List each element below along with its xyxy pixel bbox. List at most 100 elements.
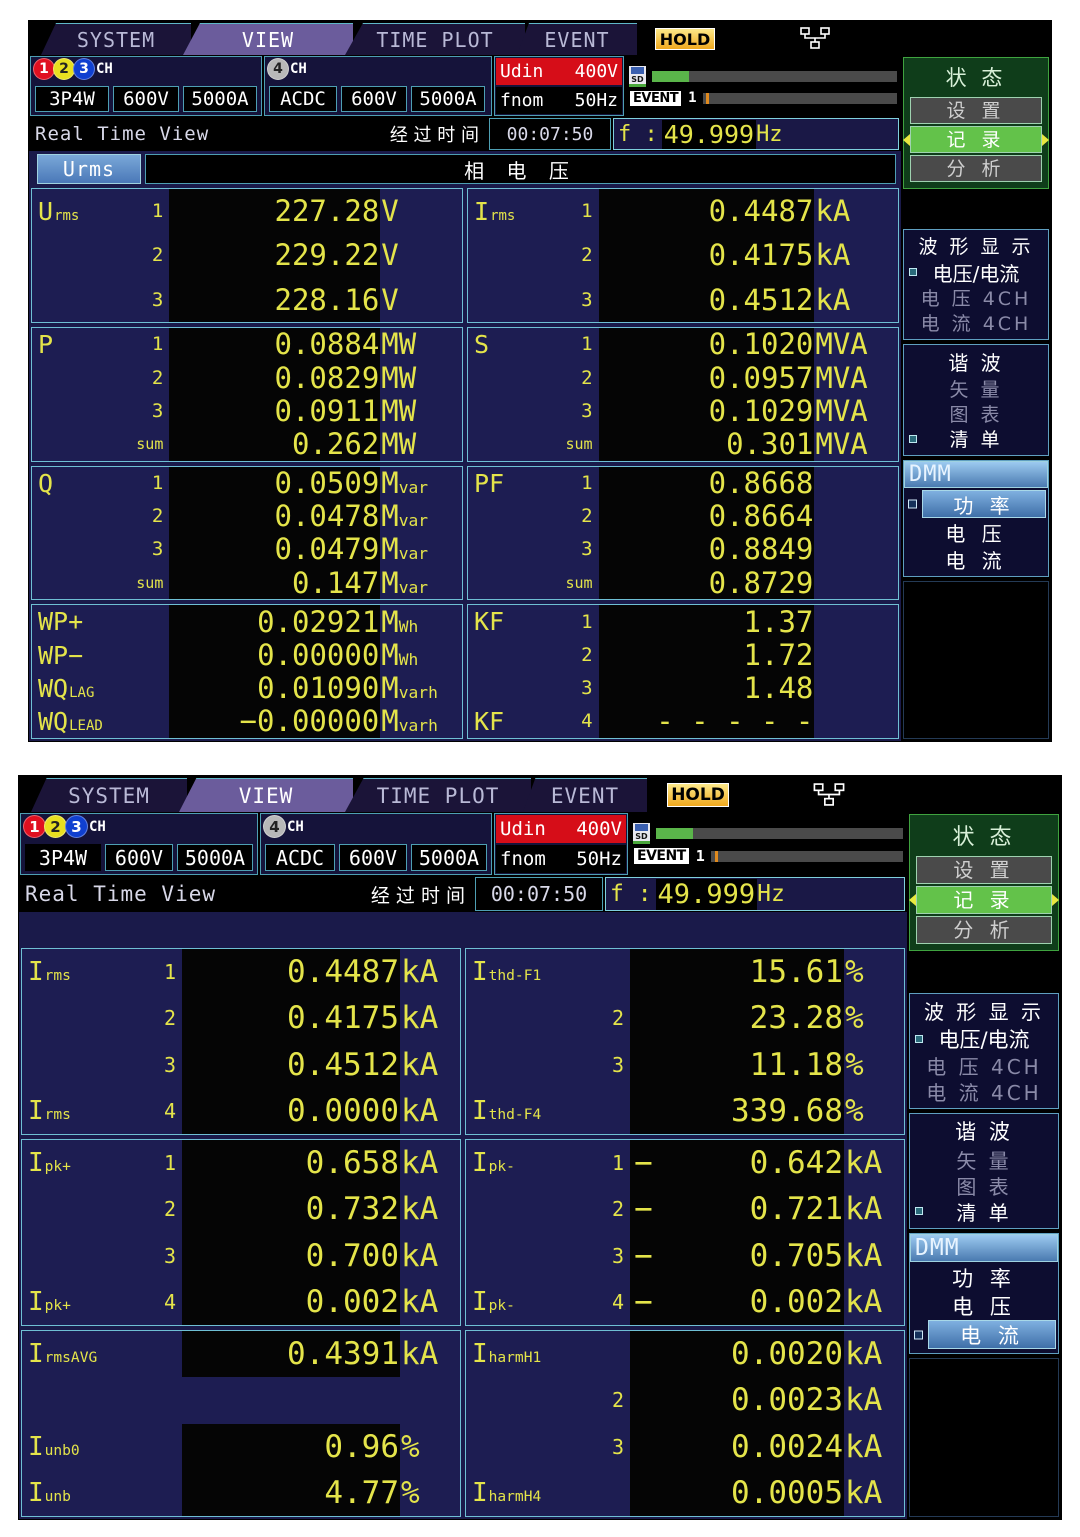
current-range-field[interactable]: 5000A	[183, 86, 257, 112]
channel-group-4[interactable]: 4 CH ACDC 600V 5000A	[264, 56, 492, 116]
sidebar-dmm-power-bottom[interactable]: 功 率	[910, 1264, 1058, 1292]
sidebar-item-voltage-current[interactable]: 电压/电流	[906, 259, 1046, 286]
measurement-index: 3	[581, 677, 593, 700]
sidebar-item-settings[interactable]: 设 置	[910, 97, 1042, 124]
sidebar-item-vector-bottom[interactable]: 矢 量	[912, 1146, 1056, 1173]
tab-view[interactable]: VIEW	[183, 23, 353, 55]
udin-value-bottom: 400V	[576, 818, 622, 840]
measurement-row: P 1 0.0884 MW	[32, 327, 462, 361]
measurement-row: WQ LAG 0.01090 Mvarh	[32, 671, 462, 705]
ch4-current-range-field-bottom[interactable]: 5000A	[411, 844, 487, 871]
sidebar-dmm-current-bottom[interactable]: 电 流	[914, 1320, 1056, 1349]
measurement-row: 2 229.22 V	[32, 233, 462, 278]
measurement-index: 1	[581, 610, 593, 633]
ch4-voltage-range-field-bottom[interactable]: 600V	[339, 844, 407, 871]
voltage-range-field-bottom[interactable]: 600V	[105, 844, 173, 871]
channel-group-4-bottom[interactable]: 4 CH ACDC 600V 5000A	[260, 813, 492, 875]
measurement-label: WP+	[38, 607, 84, 637]
measurement-unit: %	[401, 1428, 420, 1465]
sidebar-item-graph[interactable]: 图 表	[906, 401, 1046, 426]
channel-2-badge-bottom: 2	[44, 815, 67, 838]
subtab-urms[interactable]: Urms	[37, 154, 141, 184]
wiring-mode-field-bottom[interactable]: 3P4W	[25, 844, 101, 871]
irms-avg-unbalance-block: IrmsAVG 0.4391 kA Iunb0 0.96% Iunb 4.77%	[21, 1330, 461, 1517]
measurement-value: 339.68	[630, 1087, 844, 1134]
sidebar-dmm-voltage-bottom[interactable]: 电 压	[910, 1292, 1058, 1320]
sidebar-dmm-voltage[interactable]: 电 压	[904, 519, 1048, 546]
sidebar-item-current-4ch[interactable]: 电 流 4CH	[906, 310, 1046, 335]
nominal-settings-box[interactable]: Udin 400V fnom 50Hz	[494, 56, 624, 116]
sidebar-item-record[interactable]: 记 录	[903, 126, 1049, 153]
measurement-value: 0.0020	[630, 1331, 844, 1378]
measurement-row: 3−0.705 kA	[466, 1232, 904, 1279]
measurement-unit: V	[381, 282, 399, 317]
measurement-value: 0.96	[182, 1423, 400, 1470]
measurement-value: 1.37	[598, 605, 815, 639]
ch4-current-range-field[interactable]: 5000A	[411, 86, 485, 112]
measurement-index: 2	[611, 1388, 624, 1413]
udin-row-bottom[interactable]: Udin 400V	[496, 815, 626, 843]
measurement-label: Ipk+	[28, 1286, 71, 1317]
measurement-value: 1.72	[598, 638, 815, 672]
measurement-index: 4	[611, 1289, 624, 1314]
tab-view-bottom[interactable]: VIEW	[179, 778, 353, 812]
sidebar-item-graph-bottom[interactable]: 图 表	[912, 1172, 1056, 1199]
sidebar-item-analyze[interactable]: 分 析	[910, 155, 1042, 182]
ch4-coupling-field[interactable]: ACDC	[269, 86, 337, 112]
status-strip-bottom: Real Time View 经 过 时 间 00:07:50 f : 49.9…	[19, 876, 907, 912]
sd-card-icon: SD	[629, 65, 646, 87]
measurement-label: Iunb	[28, 1477, 71, 1508]
reactive-power-block: Q 1 0.0509 Mvar 2 0.0478 Mvar 3 0.0479 Mvar sum 0.1…	[31, 465, 463, 601]
channel-group-123-bottom[interactable]: 1 2 3 CH 3P4W 600V 5000A	[20, 813, 258, 875]
sidebar-item-settings-bottom[interactable]: 设 置	[916, 856, 1052, 884]
udin-row[interactable]: Udin 400V	[496, 58, 622, 85]
ch4-coupling-field-bottom[interactable]: ACDC	[265, 844, 335, 871]
sidebar-item-vector[interactable]: 矢 量	[906, 376, 1046, 401]
measurement-index: 2	[151, 366, 164, 389]
tab-time-plot[interactable]: TIME PLOT	[345, 23, 525, 55]
tab-event[interactable]: EVENT	[517, 23, 637, 55]
sidebar-item-voltage-current-bottom[interactable]: 电压/电流	[912, 1025, 1056, 1052]
urms-block: Urms 1 227.28 V 2 229.22 V 3 228.16 V	[31, 188, 463, 323]
tab-system[interactable]: SYSTEM	[41, 23, 191, 55]
frequency-label: f :	[618, 121, 658, 147]
sidebar-item-analyze-bottom[interactable]: 分 析	[916, 916, 1052, 944]
measurement-row: Irms 4 0.0000 kA	[22, 1087, 460, 1134]
measurement-value: - - - - -	[598, 704, 815, 738]
sidebar-waveform-title-bottom: 波 形 显 示	[923, 1000, 1045, 1024]
tab-event-bottom[interactable]: EVENT	[523, 778, 647, 812]
measurement-index: 1	[163, 960, 176, 985]
ipk-minus-block: Ipk- 1−0.642 kA 2−0.721 kA 3−0.705 kA Ipk- 4−0.0…	[465, 1139, 905, 1326]
tab-system-bottom[interactable]: SYSTEM	[31, 778, 187, 812]
tab-bar-top: SYSTEM VIEW TIME PLOT EVENT HOLD	[29, 21, 1051, 55]
measurement-row: KF 4- - - - -	[468, 704, 898, 738]
measurement-row: IrmsAVG 0.4391 kA	[22, 1331, 460, 1378]
sidebar-status-group-bottom: 状 态 设 置 记 录 分 析	[909, 814, 1059, 951]
realtime-view-label-bottom: Real Time View	[25, 882, 217, 906]
tab-time-plot-bottom[interactable]: TIME PLOT	[345, 778, 531, 812]
sidebar-empty-area-bottom	[909, 1358, 1059, 1517]
measurement-label: PF	[474, 468, 505, 498]
fnom-row[interactable]: fnom 50Hz	[496, 87, 622, 114]
sidebar-dmm-current[interactable]: 电 流	[904, 546, 1048, 573]
measurement-index: 1	[151, 472, 164, 495]
measurement-index: sum	[136, 573, 164, 592]
wiring-mode-field[interactable]: 3P4W	[35, 86, 109, 112]
current-range-field-bottom[interactable]: 5000A	[177, 844, 253, 871]
fnom-row-bottom[interactable]: fnom 50Hz	[496, 845, 626, 873]
sidebar-item-current-4ch-bottom[interactable]: 电 流 4CH	[912, 1078, 1056, 1105]
measurement-index: 4	[581, 710, 593, 733]
measurement-value: 0.4487	[598, 189, 815, 234]
sidebar-item-voltage-4ch[interactable]: 电 压 4CH	[906, 285, 1046, 310]
channel-group-123[interactable]: 1 2 3 CH 3P4W 600V 5000A	[30, 56, 262, 116]
sidebar-item-list-bottom[interactable]: 清 单	[912, 1198, 1056, 1225]
ch4-voltage-range-field[interactable]: 600V	[341, 86, 407, 112]
sidebar-dmm-power[interactable]: 功 率	[908, 490, 1046, 518]
measurement-index: 1	[581, 200, 593, 223]
nominal-settings-box-bottom[interactable]: Udin 400V fnom 50Hz	[494, 813, 628, 875]
voltage-range-field[interactable]: 600V	[113, 86, 179, 112]
sidebar-item-list[interactable]: 清 单	[906, 426, 1046, 451]
sidebar-item-voltage-4ch-bottom[interactable]: 电 压 4CH	[912, 1052, 1056, 1079]
measurement-unit: M Wh	[381, 638, 419, 673]
sidebar-item-record-bottom[interactable]: 记 录	[909, 886, 1059, 914]
